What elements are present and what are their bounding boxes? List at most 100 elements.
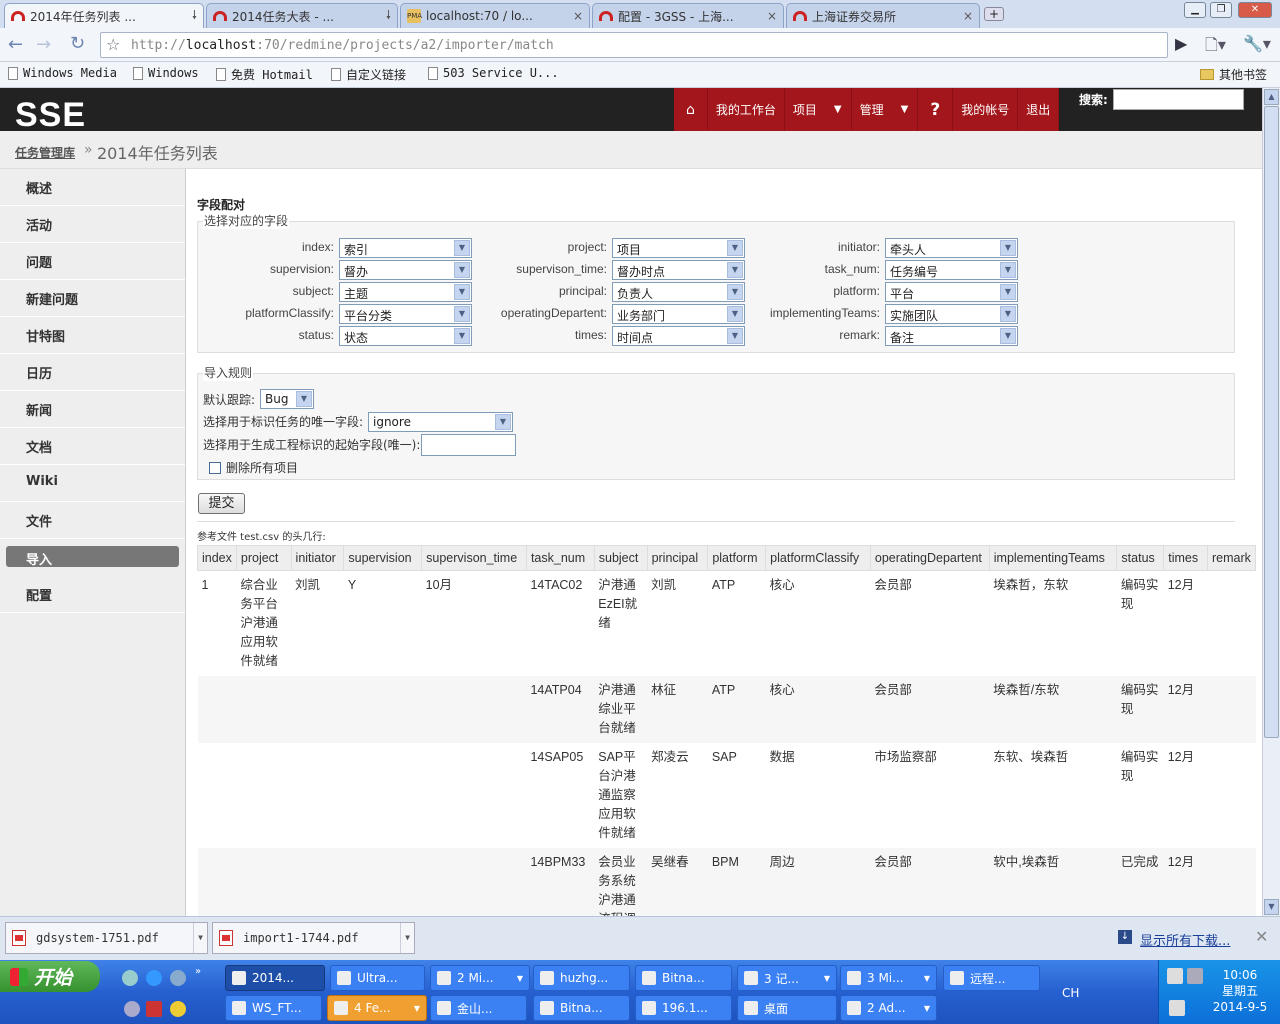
mapping-select-implementing-teams[interactable]: 实施团队 ▼: [885, 304, 1018, 324]
new-tab-button[interactable]: +: [984, 7, 1004, 21]
show-all-downloads-link[interactable]: 显示所有下载...: [1140, 930, 1230, 949]
scrollbar-thumb[interactable]: [1264, 106, 1279, 738]
breadcrumb-root-link[interactable]: 任务管理库: [15, 144, 75, 161]
taskbar-button[interactable]: Bitna...: [635, 965, 732, 991]
close-icon[interactable]: ×: [963, 9, 973, 23]
chevron-down-icon[interactable]: ▼: [825, 88, 852, 131]
browser-tab-2[interactable]: 2014任务大表 - ... 🠗: [206, 3, 398, 28]
sidebar-item-overview[interactable]: 概述: [0, 169, 185, 206]
bookmark-item[interactable]: 免费 Hotmail: [216, 66, 313, 83]
mapping-select-platform[interactable]: 平台 ▼: [885, 282, 1018, 302]
taskbar-button[interactable]: huzhg...: [533, 965, 630, 991]
sidebar-item-issues[interactable]: 问题: [0, 243, 185, 280]
default-tracker-select[interactable]: Bug ▼: [260, 389, 314, 409]
bookmark-star-icon[interactable]: ☆: [106, 35, 120, 54]
taskbar-button[interactable]: 4 Fe... ▼: [327, 995, 427, 1021]
taskbar-button[interactable]: 2 Ad... ▼: [840, 995, 937, 1021]
menu-my-page[interactable]: 我的工作台: [708, 88, 785, 131]
tray-icon[interactable]: [1167, 968, 1183, 984]
sidebar-item-wiki[interactable]: Wiki: [0, 465, 185, 502]
browser-tab-5[interactable]: 上海证券交易所 ×: [786, 3, 980, 28]
sidebar-item-documents[interactable]: 文档: [0, 428, 185, 465]
chrome-icon[interactable]: [170, 1001, 186, 1017]
mapping-select-principal[interactable]: 负责人 ▼: [612, 282, 745, 302]
mapping-select-status[interactable]: 状态 ▼: [339, 326, 472, 346]
browser-tab-3[interactable]: PMA localhost:70 / lo... ×: [400, 3, 590, 28]
ie-icon[interactable]: [146, 970, 162, 986]
bookmark-item[interactable]: Windows: [133, 66, 199, 80]
go-arrow-icon[interactable]: ▶: [1175, 34, 1187, 53]
input-language-indicator[interactable]: CH: [1062, 986, 1079, 1000]
close-icon[interactable]: ✕: [1255, 927, 1268, 946]
restore-icon[interactable]: ❐: [1210, 2, 1232, 18]
mapping-select-project[interactable]: 项目 ▼: [612, 238, 745, 258]
scroll-up-icon[interactable]: ▲: [1264, 89, 1279, 105]
back-arrow-icon[interactable]: ←: [8, 34, 23, 55]
tray-icon[interactable]: [1169, 1000, 1185, 1016]
mapping-select-supervison-time[interactable]: 督办时点 ▼: [612, 260, 745, 280]
other-bookmarks-folder[interactable]: 其他书签: [1200, 66, 1267, 83]
wrench-menu-icon[interactable]: 🔧▾: [1243, 34, 1271, 53]
mapping-select-platform-classify[interactable]: 平台分类 ▼: [339, 304, 472, 324]
bookmark-item[interactable]: 自定义链接: [331, 66, 406, 83]
close-icon[interactable]: ×: [573, 9, 583, 23]
vertical-scrollbar[interactable]: ▲ ▼: [1262, 88, 1280, 916]
scroll-down-icon[interactable]: ▼: [1264, 899, 1279, 915]
taskbar-button[interactable]: 3 记... ▼: [737, 965, 837, 991]
mapping-select-supervision[interactable]: 督办 ▼: [339, 260, 472, 280]
mapping-select-task-num[interactable]: 任务编号 ▼: [885, 260, 1018, 280]
mapping-select-subject[interactable]: 主题 ▼: [339, 282, 472, 302]
sidebar-item-import[interactable]: 导入: [6, 546, 179, 568]
expand-quicklaunch-icon[interactable]: »: [195, 966, 201, 977]
taskbar-button[interactable]: WS_FT...: [225, 995, 322, 1021]
taskbar-button[interactable]: 196.1...: [635, 995, 732, 1021]
sidebar-item-files[interactable]: 文件: [0, 502, 185, 539]
help-icon[interactable]: ?: [918, 88, 954, 131]
forward-arrow-icon[interactable]: →: [36, 34, 51, 55]
quicklaunch-icon[interactable]: [122, 970, 138, 986]
mapping-select-initiator[interactable]: 牵头人 ▼: [885, 238, 1018, 258]
chevron-down-icon[interactable]: ▼: [892, 88, 919, 131]
bookmark-item[interactable]: 503 Service U...: [428, 66, 559, 80]
chevron-down-icon[interactable]: ▼: [193, 923, 207, 953]
unique-field-select[interactable]: ignore ▼: [368, 412, 513, 432]
sidebar-item-calendar[interactable]: 日历: [0, 354, 185, 391]
taskbar-button[interactable]: 3 Mi... ▼: [840, 965, 937, 991]
address-bar[interactable]: ☆ http://localhost:70/redmine/projects/a…: [100, 32, 1168, 58]
mapping-select-times[interactable]: 时间点 ▼: [612, 326, 745, 346]
menu-projects[interactable]: 项目: [785, 88, 825, 131]
quicklaunch-icon[interactable]: [146, 1001, 162, 1017]
reload-icon[interactable]: ↻: [70, 33, 85, 54]
taskbar-button[interactable]: Ultra...: [330, 965, 425, 991]
pin-icon[interactable]: 🠗: [192, 6, 197, 27]
menu-my-account[interactable]: 我的帐号: [953, 88, 1019, 131]
start-field-input[interactable]: [421, 434, 516, 456]
start-button[interactable]: 开始: [0, 961, 100, 992]
taskbar-button[interactable]: 桌面: [737, 995, 837, 1021]
download-item[interactable]: gdsystem-1751.pdf ▼: [5, 922, 208, 954]
submit-button[interactable]: 提交: [198, 493, 245, 514]
page-menu-icon[interactable]: 🗋▾: [1205, 34, 1226, 61]
search-input[interactable]: [1113, 89, 1244, 110]
delete-all-checkbox[interactable]: [209, 462, 221, 474]
pin-icon[interactable]: 🠗: [386, 6, 391, 27]
sidebar-item-gantt[interactable]: 甘特图: [0, 317, 185, 354]
sidebar-item-news[interactable]: 新闻: [0, 391, 185, 428]
clock[interactable]: 10:06 星期五 2014-9-5: [1205, 967, 1275, 1015]
taskbar-button[interactable]: 远程...: [943, 965, 1040, 991]
download-item[interactable]: import1-1744.pdf ▼: [212, 922, 415, 954]
close-icon[interactable]: ×: [767, 9, 777, 23]
taskbar-button[interactable]: 2 Mi... ▼: [430, 965, 530, 991]
browser-tab-4[interactable]: 配置 - 3GSS - 上海... ×: [592, 3, 784, 28]
taskbar-button[interactable]: 金山...: [430, 995, 527, 1021]
sidebar-item-activity[interactable]: 活动: [0, 206, 185, 243]
mapping-select-remark[interactable]: 备注 ▼: [885, 326, 1018, 346]
browser-tab-1[interactable]: 2014年任务列表 ... 🠗: [4, 3, 204, 28]
window-close-icon[interactable]: ✕: [1238, 2, 1272, 18]
taskbar-button[interactable]: 2014...: [225, 965, 325, 991]
chevron-down-icon[interactable]: ▼: [400, 923, 414, 953]
minimize-icon[interactable]: ▁: [1184, 2, 1206, 18]
taskbar-button[interactable]: Bitna...: [533, 995, 630, 1021]
mapping-select-operating-departent[interactable]: 业务部门 ▼: [612, 304, 745, 324]
mapping-select-index[interactable]: 索引 ▼: [339, 238, 472, 258]
